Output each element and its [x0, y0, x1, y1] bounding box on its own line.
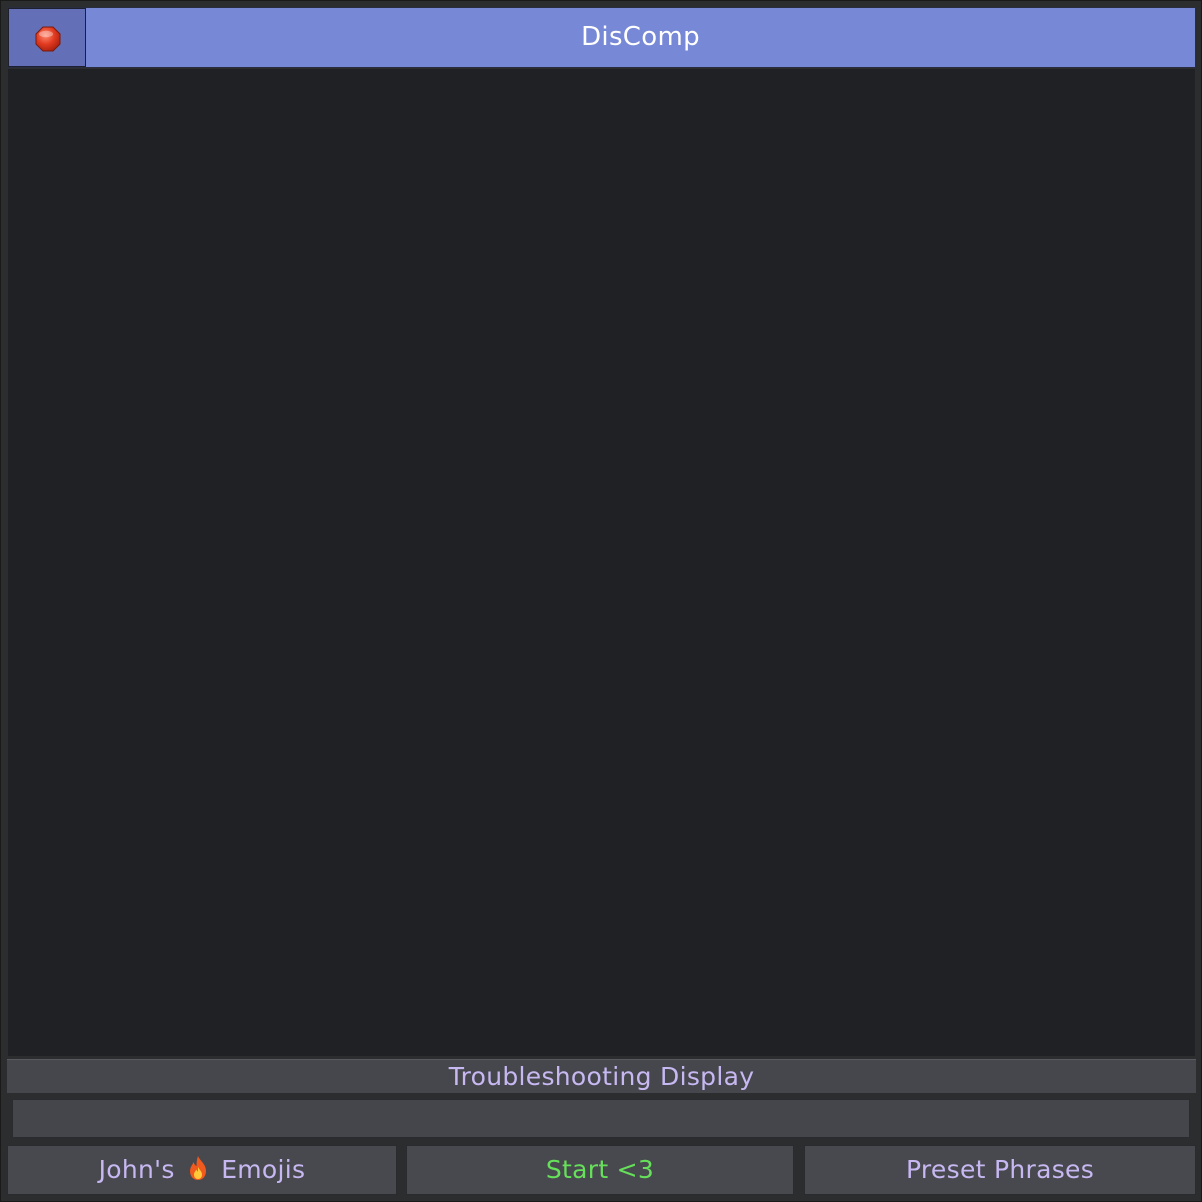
emojis-button-suffix: Emojis: [221, 1155, 306, 1184]
title-bar: DisComp: [7, 7, 1196, 68]
troubleshooting-label: Troubleshooting Display: [7, 1059, 1196, 1093]
display-canvas: [8, 69, 1195, 1056]
app-window: DisComp Troubleshooting Display John's E…: [0, 0, 1202, 1202]
window-title: DisComp: [581, 22, 700, 52]
start-button[interactable]: Start <3: [406, 1145, 794, 1195]
fire-icon: [189, 1156, 206, 1180]
stop-sign-icon: [35, 26, 61, 52]
preset-phrases-button[interactable]: Preset Phrases: [804, 1145, 1196, 1195]
emojis-button-prefix: John's: [98, 1155, 175, 1184]
troubleshooting-display-field[interactable]: [12, 1099, 1190, 1138]
johns-emojis-button[interactable]: John's Emojis: [7, 1145, 397, 1195]
close-button[interactable]: [8, 8, 86, 67]
